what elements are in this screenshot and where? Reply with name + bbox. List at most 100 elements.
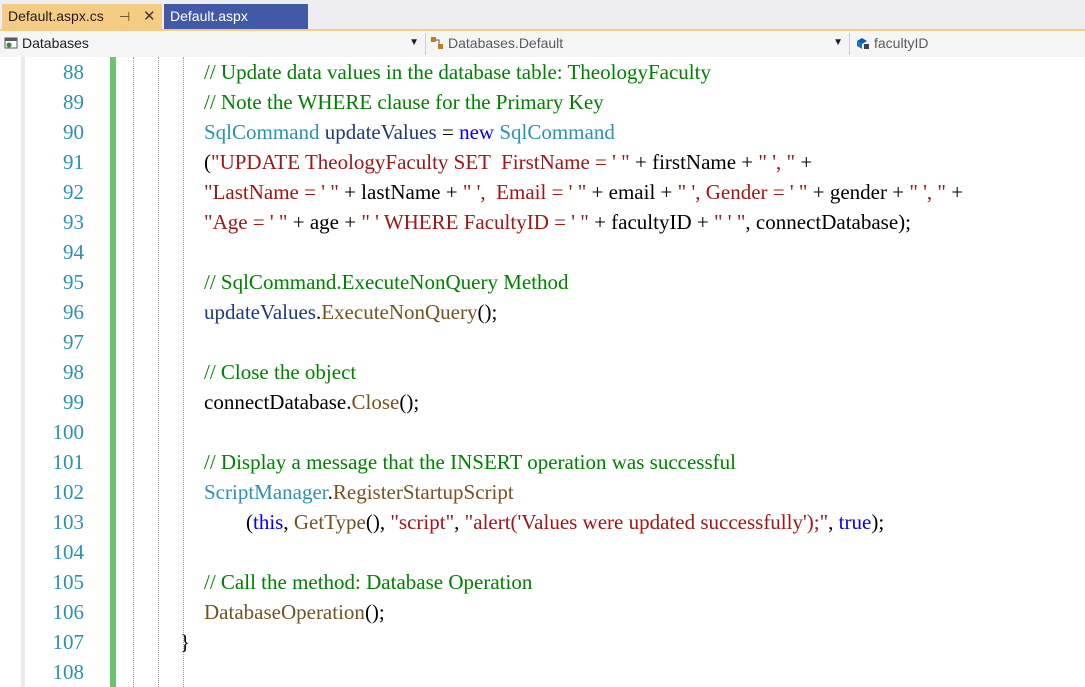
chevron-down-icon[interactable]: ▼ bbox=[833, 33, 843, 53]
code-line[interactable]: "LastName = ' " + lastName + " ', Email … bbox=[204, 177, 963, 207]
code-token: + bbox=[795, 150, 813, 174]
code-token: (); bbox=[399, 390, 420, 414]
navigation-bar: Databases ▼ Databases.Default ▼ facultyI… bbox=[0, 31, 1085, 58]
code-token: updateValues bbox=[204, 300, 316, 324]
line-number: 94 bbox=[63, 240, 84, 264]
code-line[interactable]: (this, GetType(), "script", "alert('Valu… bbox=[204, 507, 884, 537]
code-line[interactable]: // Display a message that the INSERT ope… bbox=[204, 447, 736, 477]
indent-guide bbox=[183, 57, 184, 687]
project-label: Databases bbox=[22, 35, 89, 51]
code-line[interactable]: } bbox=[180, 627, 190, 657]
code-token: // Note the WHERE clause for the Primary… bbox=[204, 90, 604, 114]
code-line[interactable]: // Call the method: Database Operation bbox=[204, 567, 532, 597]
code-token: "Age = ' " bbox=[204, 210, 288, 234]
code-token: (); bbox=[364, 600, 385, 624]
code-token: (), bbox=[365, 510, 391, 534]
code-line[interactable]: // Close the object bbox=[204, 357, 356, 387]
code-token: connectDatabase. bbox=[204, 390, 352, 414]
class-icon bbox=[431, 37, 443, 49]
close-icon[interactable]: ✕ bbox=[143, 4, 156, 29]
code-token: , bbox=[454, 510, 465, 534]
code-token: " ', Email = ' " bbox=[462, 180, 587, 204]
tab-default-aspx[interactable]: Default.aspx bbox=[164, 4, 308, 29]
tab-label: Default.aspx bbox=[170, 8, 248, 24]
line-number: 98 bbox=[63, 360, 84, 384]
code-token: + lastName + bbox=[338, 180, 463, 204]
line-number: 90 bbox=[63, 120, 84, 144]
code-token: " ', " bbox=[758, 150, 796, 174]
csharp-project-icon bbox=[4, 37, 18, 49]
code-token: ( bbox=[204, 150, 211, 174]
line-number: 93 bbox=[63, 210, 84, 234]
code-line[interactable]: SqlCommand updateValues = new SqlCommand bbox=[204, 117, 615, 147]
code-token: new bbox=[459, 120, 495, 144]
code-token: , bbox=[283, 510, 294, 534]
indent-guide bbox=[158, 57, 159, 687]
code-token: , connectDatabase); bbox=[745, 210, 912, 234]
line-number: 105 bbox=[52, 570, 85, 594]
line-number: 104 bbox=[52, 540, 85, 564]
code-token: "LastName = ' " bbox=[204, 180, 339, 204]
code-token: // Close the object bbox=[204, 360, 357, 384]
line-number: 96 bbox=[63, 300, 84, 324]
code-token: = bbox=[436, 120, 460, 144]
code-line[interactable]: // Update data values in the database ta… bbox=[204, 57, 711, 87]
code-token: // Display a message that the INSERT ope… bbox=[204, 450, 736, 474]
tab-default-aspx-cs[interactable]: Default.aspx.cs ⊣ ✕ bbox=[2, 4, 162, 29]
code-line[interactable]: ("UPDATE TheologyFaculty SET FirstName =… bbox=[204, 147, 812, 177]
change-tracking-bar bbox=[110, 57, 116, 687]
code-token: ( bbox=[246, 510, 253, 534]
code-token: } bbox=[180, 630, 191, 654]
code-token: " ' " bbox=[713, 210, 746, 234]
code-token: ); bbox=[871, 510, 885, 534]
code-token: SqlCommand bbox=[204, 120, 320, 144]
code-token: (); bbox=[477, 300, 498, 324]
code-token: " ' WHERE FacultyID = ' " bbox=[361, 210, 589, 234]
code-token: "alert('Values were updated successfully… bbox=[464, 510, 829, 534]
code-line[interactable]: ScriptManager.RegisterStartupScript bbox=[204, 477, 514, 507]
code-line[interactable]: "Age = ' " + age + " ' WHERE FacultyID =… bbox=[204, 207, 911, 237]
pin-icon[interactable]: ⊣ bbox=[119, 4, 130, 29]
code-line[interactable]: connectDatabase.Close(); bbox=[204, 387, 419, 417]
code-token: + firstName + bbox=[629, 150, 759, 174]
project-dropdown[interactable]: Databases ▼ bbox=[4, 33, 426, 55]
code-token: + age + bbox=[287, 210, 362, 234]
indent-guide bbox=[133, 57, 134, 687]
line-number: 89 bbox=[63, 90, 84, 114]
member-label: facultyID bbox=[874, 35, 929, 51]
document-tab-strip: Default.aspx.cs ⊣ ✕ Default.aspx bbox=[0, 0, 1085, 31]
code-token: " ', " bbox=[909, 180, 947, 204]
field-icon bbox=[857, 38, 869, 49]
code-editor[interactable]: 88 89 90 91 92 93 94 95 96 97 98 99 100 101 102 103 104 1… bbox=[0, 57, 1085, 687]
line-number: 100 bbox=[52, 420, 85, 444]
line-number: 108 bbox=[52, 660, 85, 684]
code-token: Close bbox=[351, 390, 400, 414]
line-number: 103 bbox=[52, 510, 85, 534]
line-number: 101 bbox=[52, 450, 85, 474]
code-token: ScriptManager bbox=[204, 480, 328, 504]
code-token: true bbox=[838, 510, 872, 534]
code-token: DatabaseOperation bbox=[204, 600, 365, 624]
type-label: Databases.Default bbox=[448, 35, 564, 51]
member-dropdown[interactable]: facultyID bbox=[856, 33, 1085, 55]
line-number: 99 bbox=[63, 390, 84, 414]
code-token: + bbox=[946, 180, 964, 204]
code-line[interactable]: // Note the WHERE clause for the Primary… bbox=[204, 87, 604, 117]
line-number: 97 bbox=[63, 330, 84, 354]
line-number: 91 bbox=[63, 150, 84, 174]
line-number: 92 bbox=[63, 180, 84, 204]
code-line[interactable]: DatabaseOperation(); bbox=[204, 597, 385, 627]
code-line[interactable]: updateValues.ExecuteNonQuery(); bbox=[204, 297, 497, 327]
line-number: 95 bbox=[63, 270, 84, 294]
code-token: SqlCommand bbox=[499, 120, 615, 144]
code-token: , bbox=[828, 510, 839, 534]
code-token: ExecuteNonQuery bbox=[321, 300, 478, 324]
code-token: + email + bbox=[586, 180, 678, 204]
code-token: " ', Gender = ' " bbox=[677, 180, 808, 204]
line-number: 107 bbox=[52, 630, 85, 654]
line-number: 106 bbox=[52, 600, 85, 624]
chevron-down-icon[interactable]: ▼ bbox=[409, 33, 419, 53]
code-line[interactable]: // SqlCommand.ExecuteNonQuery Method bbox=[204, 267, 569, 297]
type-dropdown[interactable]: Databases.Default ▼ bbox=[430, 33, 850, 55]
code-token: + facultyID + bbox=[588, 210, 714, 234]
